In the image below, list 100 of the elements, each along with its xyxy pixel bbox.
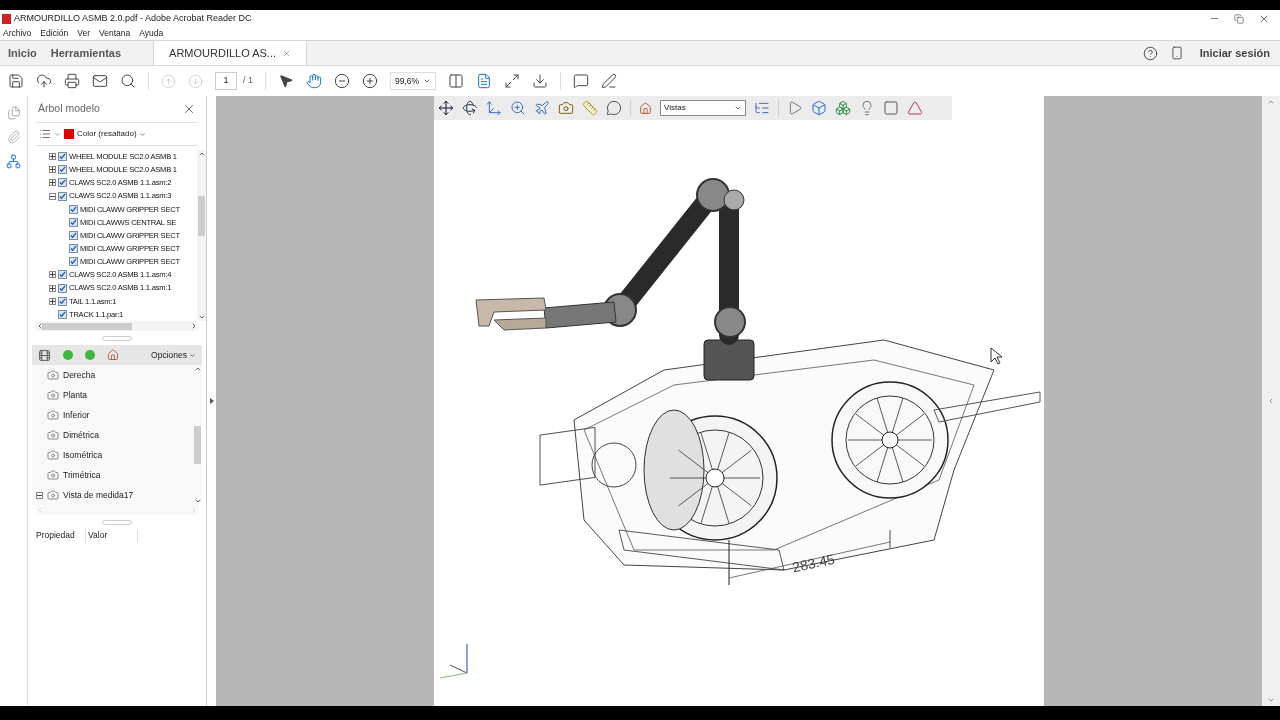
page-view-icon[interactable]	[476, 73, 492, 89]
background-color-icon[interactable]	[883, 100, 899, 116]
close-icon[interactable]	[182, 102, 196, 116]
view-item[interactable]: Isométrica	[63, 448, 103, 462]
chevron-up-icon[interactable]	[193, 365, 202, 373]
checkbox[interactable]	[58, 165, 67, 175]
restore-icon[interactable]	[1234, 13, 1244, 24]
camera-icon[interactable]	[558, 100, 574, 116]
cross-section-icon[interactable]	[907, 100, 923, 116]
chevron-down-icon[interactable]	[189, 351, 196, 359]
tab[interactable]: ARMOURDILLO AS...	[153, 41, 308, 65]
scrollbar[interactable]	[197, 150, 206, 321]
model-tree-icon[interactable]	[754, 100, 770, 116]
mobile-device-icon[interactable]	[1169, 46, 1184, 60]
zoom-field[interactable]: 99,6%	[390, 72, 436, 90]
comment-icon[interactable]	[573, 73, 589, 89]
hand-tool-icon[interactable]	[306, 73, 322, 89]
expander[interactable]	[49, 179, 56, 187]
view-item[interactable]: Dimétrica	[63, 428, 99, 442]
chevron-left-icon[interactable]	[36, 322, 44, 330]
checkbox[interactable]	[58, 309, 67, 319]
view-item[interactable]: Trimétrica	[63, 468, 101, 482]
chevron-down-icon[interactable]	[734, 104, 742, 112]
lightbulb-icon[interactable]	[859, 100, 875, 116]
tab[interactable]: Inicio	[0, 41, 43, 65]
play-icon[interactable]	[787, 100, 803, 116]
checkbox[interactable]	[69, 204, 78, 214]
zoom-out-icon[interactable]	[334, 73, 350, 89]
scroll-up-icon[interactable]	[1267, 98, 1275, 106]
rotate-icon[interactable]	[462, 100, 478, 116]
highlight-color-swatch[interactable]	[64, 129, 74, 139]
sign-in-link[interactable]: Iniciar sesión	[1199, 44, 1270, 62]
scrollbar-thumb[interactable]	[194, 426, 201, 464]
cubes-icon[interactable]	[835, 100, 851, 116]
zoom-icon[interactable]	[510, 100, 526, 116]
chevron-down-icon[interactable]	[138, 130, 146, 138]
view-item[interactable]: Derecha	[63, 368, 96, 382]
expander[interactable]	[49, 192, 56, 200]
expander[interactable]	[49, 271, 56, 279]
pointer-icon[interactable]	[278, 73, 294, 89]
splitter-handle[interactable]	[102, 519, 132, 525]
menu-item[interactable]: Ayuda	[139, 27, 164, 40]
list-icon[interactable]	[39, 128, 51, 140]
checkbox[interactable]	[58, 283, 67, 293]
scrollbar[interactable]	[193, 365, 202, 505]
checkbox[interactable]	[58, 191, 67, 201]
chevron-down-icon[interactable]	[423, 77, 431, 85]
checkbox[interactable]	[58, 178, 67, 188]
splitter-handle[interactable]	[102, 335, 132, 341]
menu-item[interactable]: Ventana	[99, 27, 131, 40]
expander[interactable]	[49, 284, 56, 292]
model-tree-icon[interactable]	[6, 154, 21, 169]
mail-icon[interactable]	[92, 73, 108, 89]
fullscreen-icon[interactable]	[504, 73, 520, 89]
tab[interactable]: Herramientas	[42, 41, 128, 65]
menu-item[interactable]: Edición	[40, 27, 69, 40]
move-icon[interactable]	[438, 100, 454, 116]
checkbox[interactable]	[69, 244, 78, 254]
expander[interactable]	[49, 153, 56, 161]
chevron-right-icon[interactable]	[190, 322, 198, 330]
search-icon[interactable]	[120, 73, 136, 89]
film-icon[interactable]	[38, 348, 51, 362]
view-item[interactable]: Inferior	[63, 408, 90, 422]
home-icon[interactable]	[639, 101, 652, 115]
upload-icon[interactable]	[36, 73, 52, 89]
pan-icon[interactable]	[486, 100, 502, 116]
checkbox[interactable]	[58, 270, 67, 280]
zoom-in-icon[interactable]	[362, 73, 378, 89]
print-icon[interactable]	[64, 73, 80, 89]
page-number-field[interactable]: 1	[215, 72, 237, 90]
checkbox[interactable]	[69, 217, 78, 227]
home-icon[interactable]	[107, 349, 119, 361]
expander[interactable]	[36, 491, 43, 499]
checkbox[interactable]	[69, 231, 78, 240]
cube-icon[interactable]	[811, 100, 827, 116]
scrollbar-thumb[interactable]	[198, 195, 205, 236]
views-select[interactable]: Vistas	[660, 100, 746, 116]
color-mode-dropdown[interactable]: Color (resaltado)	[77, 128, 146, 140]
view-item[interactable]: Vista de medida17	[63, 488, 134, 502]
chevron-down-icon[interactable]	[197, 313, 206, 321]
expander[interactable]	[49, 166, 56, 174]
checkbox[interactable]	[58, 152, 67, 162]
scroll-down-icon[interactable]	[1267, 696, 1275, 704]
menu-item[interactable]: Ver	[77, 27, 90, 40]
menu-item[interactable]: Archivo	[3, 27, 32, 40]
options-menu[interactable]: Opciones	[151, 348, 196, 362]
scrollbar[interactable]	[36, 321, 198, 331]
chevron-down-icon[interactable]	[193, 497, 202, 505]
scrollbar-thumb[interactable]	[42, 322, 132, 330]
save-icon[interactable]	[8, 73, 24, 89]
page-fit-icon[interactable]	[448, 73, 464, 89]
chevron-up-icon[interactable]	[197, 150, 206, 158]
help-icon[interactable]	[1142, 45, 1158, 61]
expander[interactable]	[49, 297, 56, 305]
scroll-mode-icon[interactable]	[532, 73, 548, 89]
checkbox[interactable]	[69, 257, 78, 267]
view-item[interactable]: Planta	[63, 388, 88, 402]
comment-icon[interactable]	[606, 100, 622, 116]
checkbox[interactable]	[58, 296, 67, 306]
plane-icon[interactable]	[534, 100, 550, 116]
